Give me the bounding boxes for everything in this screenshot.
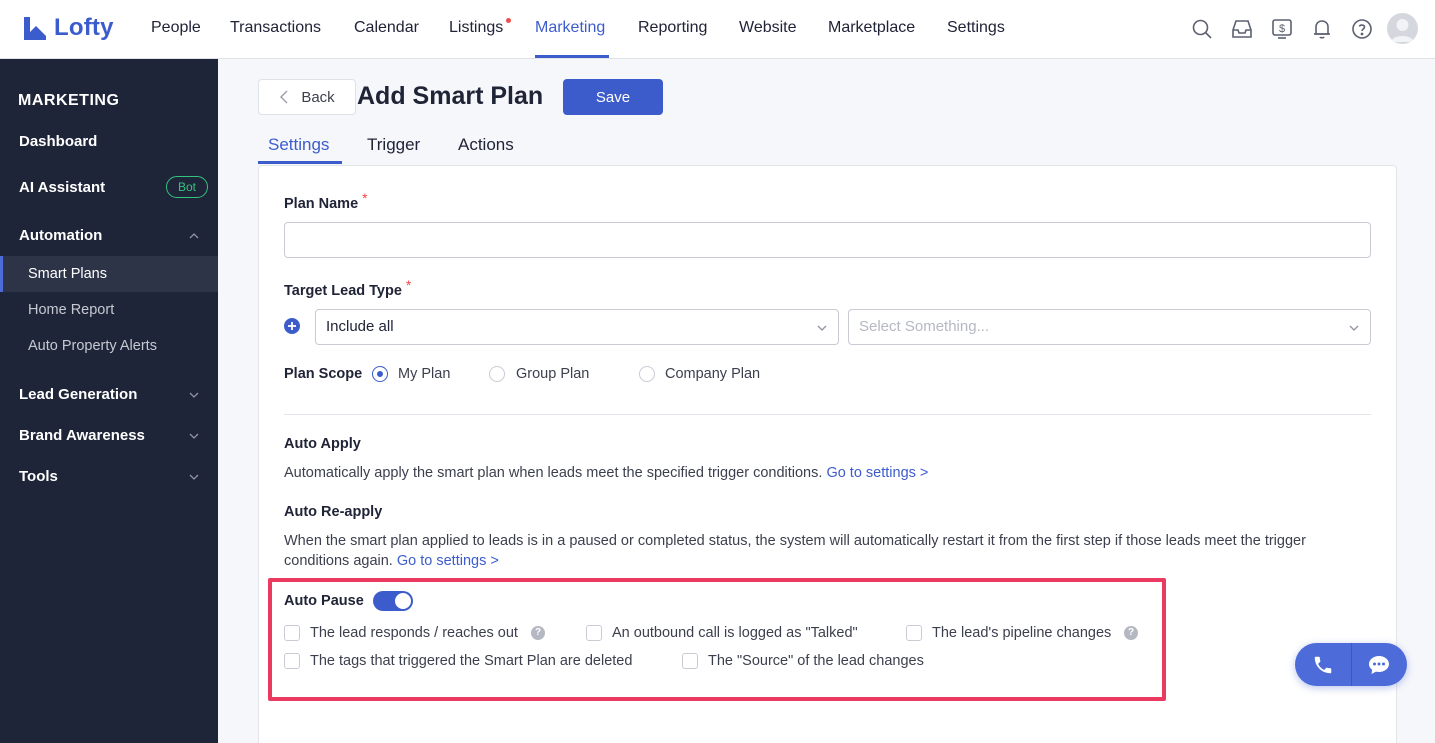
- nav-marketplace[interactable]: Marketplace: [828, 19, 915, 37]
- nav-website[interactable]: Website: [739, 19, 797, 37]
- floating-contact-widget: [1295, 643, 1407, 686]
- radio-company-plan-label: Company Plan: [665, 366, 761, 382]
- chat-button[interactable]: [1351, 643, 1407, 686]
- checkbox-source-changes[interactable]: [682, 653, 698, 669]
- lofty-logo-icon: [24, 17, 46, 40]
- sidebar-title: MARKETING: [18, 92, 120, 109]
- chevron-down-icon: [817, 325, 827, 331]
- checkbox-pipeline-changes-label: The lead's pipeline changes: [932, 625, 1112, 641]
- checkbox-outbound-call-talked[interactable]: [586, 625, 602, 641]
- help-circle-icon[interactable]: ?: [531, 626, 545, 640]
- checkbox-tags-deleted[interactable]: [284, 653, 300, 669]
- sidebar-item-home-report[interactable]: Home Report: [28, 302, 114, 318]
- svg-text:$: $: [1279, 23, 1285, 35]
- sidebar-item-ai-assistant[interactable]: AI Assistant: [19, 179, 105, 196]
- bot-badge: Bot: [166, 176, 208, 198]
- search-icon[interactable]: [1190, 17, 1214, 41]
- nav-people[interactable]: People: [151, 19, 201, 37]
- auto-reapply-title: Auto Re-apply: [284, 504, 383, 520]
- chevron-down-icon[interactable]: [188, 389, 200, 401]
- chevron-up-icon[interactable]: [188, 230, 200, 242]
- top-nav: Lofty People Transactions Calendar Listi…: [0, 0, 1435, 59]
- inbox-icon[interactable]: [1230, 17, 1254, 41]
- nav-settings[interactable]: Settings: [947, 19, 1005, 37]
- tab-settings[interactable]: Settings: [268, 135, 329, 155]
- radio-group-plan[interactable]: [489, 366, 505, 382]
- tab-active-underline: [258, 161, 342, 164]
- radio-my-plan-label: My Plan: [398, 366, 451, 382]
- chevron-down-icon[interactable]: [188, 471, 200, 483]
- lead-type-select-value: Include all: [326, 318, 394, 335]
- auto-reapply-description: When the smart plan applied to leads is …: [284, 531, 1374, 571]
- save-button[interactable]: Save: [563, 79, 663, 115]
- radio-my-plan[interactable]: [372, 366, 388, 382]
- lofty-logo[interactable]: Lofty: [22, 14, 114, 42]
- plan-scope-label: Plan Scope: [284, 366, 363, 382]
- bell-icon[interactable]: [1310, 17, 1334, 41]
- radio-company-plan[interactable]: [639, 366, 655, 382]
- checkbox-outbound-call-talked-label: An outbound call is logged as "Talked": [612, 625, 858, 641]
- nav-reporting[interactable]: Reporting: [638, 19, 707, 37]
- page-title: Add Smart Plan: [357, 82, 544, 110]
- sidebar: MARKETING Dashboard AI Assistant Bot Aut…: [0, 59, 218, 743]
- help-icon[interactable]: [1350, 17, 1374, 41]
- help-circle-icon[interactable]: ?: [1124, 626, 1138, 640]
- chevron-down-icon[interactable]: [188, 430, 200, 442]
- plan-name-input[interactable]: [284, 222, 1371, 258]
- checkbox-pipeline-changes[interactable]: [906, 625, 922, 641]
- required-mark: *: [405, 277, 412, 293]
- auto-apply-title: Auto Apply: [284, 436, 361, 452]
- plan-name-label-text: Plan Name: [284, 196, 359, 212]
- call-button[interactable]: [1295, 643, 1351, 686]
- chevron-down-icon: [1349, 325, 1359, 331]
- lead-value-placeholder: Select Something...: [859, 318, 990, 335]
- nav-marketing[interactable]: Marketing: [535, 19, 605, 37]
- brand-name: Lofty: [54, 14, 114, 41]
- checkbox-source-changes-label: The "Source" of the lead changes: [708, 653, 924, 669]
- plan-name-label: Plan Name *: [284, 190, 368, 212]
- billing-icon[interactable]: $: [1270, 17, 1294, 41]
- nav-listings[interactable]: Listings: [449, 19, 503, 37]
- sidebar-item-automation[interactable]: Automation: [19, 227, 102, 244]
- back-button-label: Back: [301, 88, 335, 106]
- auto-apply-description: Automatically apply the smart plan when …: [284, 463, 1374, 483]
- lead-type-select[interactable]: Include all: [315, 309, 839, 345]
- tab-actions[interactable]: Actions: [458, 135, 514, 155]
- checkbox-lead-responds[interactable]: [284, 625, 300, 641]
- radio-group-plan-label: Group Plan: [516, 366, 590, 382]
- tab-trigger[interactable]: Trigger: [367, 135, 420, 155]
- lead-value-select[interactable]: Select Something...: [848, 309, 1371, 345]
- sidebar-item-smart-plans[interactable]: Smart Plans: [28, 266, 107, 282]
- sidebar-item-tools[interactable]: Tools: [19, 468, 58, 485]
- phone-icon: [1314, 656, 1332, 673]
- target-lead-type-label: Target Lead Type *: [284, 277, 411, 299]
- back-button[interactable]: Back: [258, 79, 356, 115]
- nav-calendar[interactable]: Calendar: [354, 19, 419, 37]
- required-mark: *: [362, 190, 368, 206]
- sidebar-item-auto-property-alerts[interactable]: Auto Property Alerts: [28, 338, 157, 354]
- auto-apply-settings-link[interactable]: Go to settings >: [826, 465, 928, 481]
- auto-apply-text: Automatically apply the smart plan when …: [284, 465, 823, 481]
- plus-icon: [288, 322, 296, 330]
- section-divider: [284, 414, 1371, 415]
- checkbox-tags-deleted-label: The tags that triggered the Smart Plan a…: [310, 653, 633, 669]
- listings-notification-dot: [506, 18, 511, 23]
- sidebar-item-brand-awareness[interactable]: Brand Awareness: [19, 427, 145, 444]
- auto-pause-title: Auto Pause: [284, 593, 364, 609]
- chevron-left-icon: [280, 90, 288, 104]
- sidebar-item-dashboard[interactable]: Dashboard: [19, 133, 97, 150]
- auto-reapply-settings-link[interactable]: Go to settings >: [397, 553, 499, 569]
- nav-transactions[interactable]: Transactions: [230, 19, 321, 37]
- user-avatar[interactable]: [1387, 13, 1418, 44]
- checkbox-lead-responds-label: The lead responds / reaches out: [310, 625, 518, 641]
- target-lead-type-label-text: Target Lead Type: [284, 283, 402, 299]
- auto-pause-toggle[interactable]: [373, 591, 413, 611]
- chat-bubble-icon: [1369, 655, 1389, 674]
- add-condition-icon[interactable]: [284, 318, 300, 334]
- nav-active-underline: [535, 55, 609, 58]
- avatar-icon: [1391, 19, 1414, 42]
- sidebar-item-lead-generation[interactable]: Lead Generation: [19, 386, 137, 403]
